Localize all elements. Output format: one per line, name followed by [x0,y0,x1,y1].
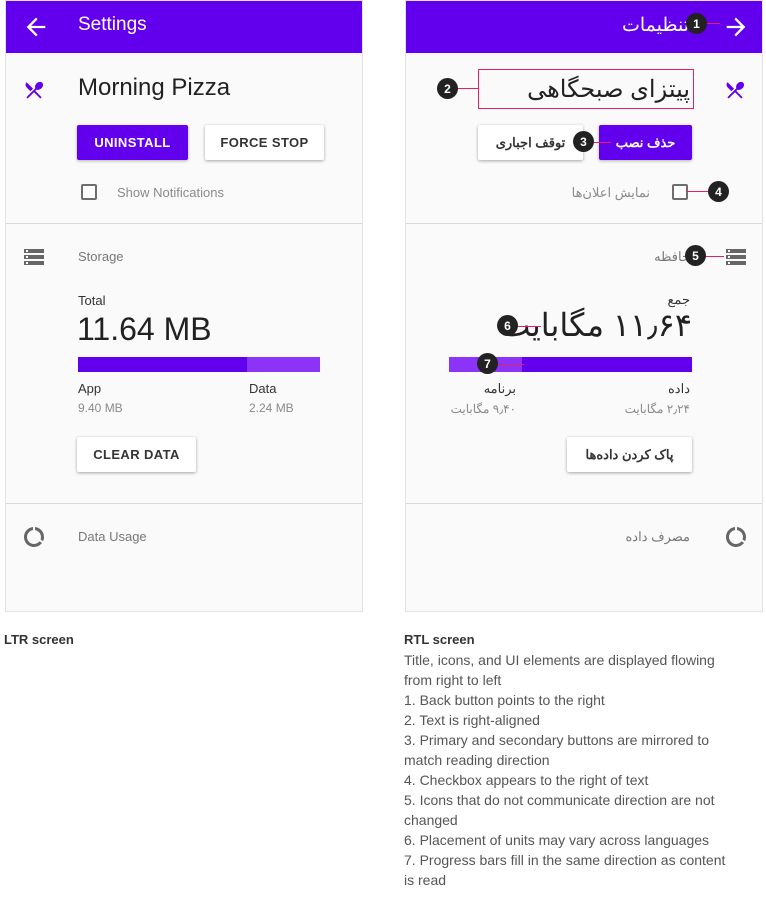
divider [6,223,362,224]
data-usage-icon [24,527,44,547]
data-usage-label[interactable]: Data Usage [78,529,147,544]
ltr-screen: Settings Morning Pizza UNINSTALL FORCE S… [5,0,363,612]
data-size-value: 2.24 MB [249,401,294,415]
arrow-back-icon[interactable] [22,13,50,41]
callout-badge: 1 [686,13,707,34]
caption-line: is read [404,872,447,888]
callout-line [706,23,720,24]
data-size-label: Data [249,381,277,396]
storage-progress-bar [78,357,320,372]
callout-line [591,142,611,143]
app-bar: تنظیمات [406,1,762,53]
caption-line: 3. Primary and secondary buttons are mir… [404,732,710,748]
storage-icon [726,249,746,265]
rtl-caption-heading: RTL screen [404,632,475,647]
total-value: 11.64 MB [77,311,212,347]
divider [6,503,362,504]
app-bar-title: Settings [78,14,147,35]
callout-badge: 6 [497,315,518,336]
data-size-label: داده [667,381,690,396]
storage-icon [24,249,44,265]
callout-badge: 2 [437,78,458,99]
callout-badge: 7 [477,353,498,374]
total-value: ۱۱٫۶۴ مگابایت [500,307,692,343]
arrow-forward-icon[interactable] [722,13,750,41]
storage-progress-fill [521,357,692,372]
divider [406,223,762,224]
storage-progress-fill [78,357,248,372]
caption-line: from right to left [404,672,502,688]
app-name: Morning Pizza [78,74,231,101]
notifications-checkbox[interactable] [81,184,97,200]
force-stop-button[interactable]: توقف اجباری [478,125,583,160]
restaurant-icon [726,81,745,99]
callout-line [686,191,708,192]
notifications-label: Show Notifications [117,185,224,200]
uninstall-button[interactable]: حذف نصب [599,125,692,160]
data-usage-label[interactable]: مصرف داده [626,529,691,545]
notifications-checkbox[interactable] [672,184,688,200]
app-size-label: App [78,381,102,396]
text-align-highlight [478,69,694,109]
notifications-label: نمایش اعلان‌ها [571,185,650,200]
caption-line: 5. Icons that do not communicate directi… [404,792,715,808]
data-usage-icon [726,527,746,547]
callout-badge: 4 [708,181,729,202]
total-label: Total [78,293,106,308]
uninstall-button[interactable]: UNINSTALL [77,125,188,160]
rtl-caption-body: Title, icons, and UI elements are displa… [404,650,725,890]
caption-line: changed [404,812,458,828]
force-stop-button[interactable]: FORCE STOP [205,125,324,160]
app-size-value: 9.40 MB [78,401,123,415]
caption-line: 2. Text is right-aligned [404,712,540,728]
callout-line [494,364,524,365]
callout-badge: 5 [685,245,706,266]
clear-data-button[interactable]: CLEAR DATA [77,437,196,472]
app-bar: Settings [6,1,362,53]
clear-data-button[interactable]: پاک کردن داده‌ها [567,437,692,472]
data-size-value: ۲٫۲۴ مگابایت [624,402,690,416]
callout-line [517,326,541,327]
ltr-caption-heading: LTR screen [4,632,74,647]
caption-line: match reading direction [404,752,550,768]
storage-title: Storage [78,249,124,264]
app-bar-title: تنظیمات [621,15,689,36]
callout-line [456,88,478,89]
app-size-label: برنامه [483,381,516,396]
caption-line: Title, icons, and UI elements are displa… [404,652,715,668]
restaurant-icon [25,81,44,99]
callout-line [704,256,724,257]
caption-line: 6. Placement of units may vary across la… [404,832,710,848]
divider [406,503,762,504]
callout-badge: 3 [573,131,594,152]
caption-line: 4. Checkbox appears to the right of text [404,772,649,788]
app-size-value: ۹٫۴۰ مگابایت [450,402,516,416]
caption-line: 7. Progress bars fill in the same direct… [404,852,726,868]
caption-line: 1. Back button points to the right [404,692,605,708]
rtl-screen: تنظیمات پیتزای صبحگاهی حذف نصب توقف اجبا… [405,0,763,612]
